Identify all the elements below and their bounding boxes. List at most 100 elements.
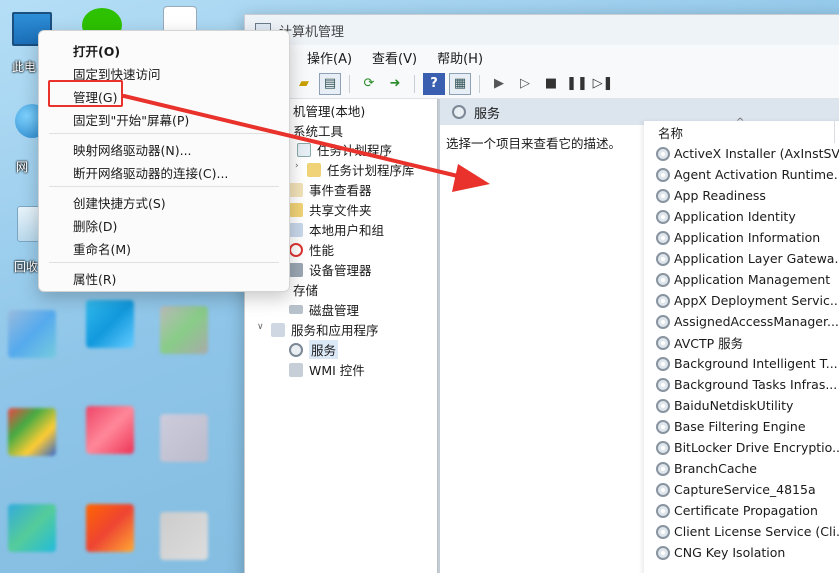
event-viewer-icon (289, 182, 303, 197)
menu-item-pin-start[interactable]: 固定到"开始"屏幕(P) (73, 110, 189, 129)
service-row[interactable]: Agent Activation Runtime... (644, 164, 839, 185)
service-gear-icon (656, 461, 670, 476)
start-service-icon[interactable]: ▶ (488, 73, 510, 95)
service-gear-icon (656, 272, 670, 287)
service-name: Certificate Propagation (674, 503, 818, 518)
blurred-icon[interactable] (160, 512, 208, 560)
service-row[interactable]: Background Tasks Infras... (644, 374, 839, 395)
blurred-icon[interactable] (8, 408, 56, 456)
service-gear-icon (656, 293, 670, 308)
service-row[interactable]: App Readiness (644, 185, 839, 206)
folder-up-icon[interactable]: ▰ (293, 73, 315, 95)
blurred-icon[interactable] (160, 306, 208, 354)
service-row[interactable]: Application Information (644, 227, 839, 248)
chevron-down-icon[interactable]: ∨ (257, 322, 264, 332)
description-text: 选择一个项目来查看它的描述。 (446, 136, 622, 151)
tree-label: 本地用户和组 (309, 223, 385, 238)
tree-item-device-manager[interactable]: 设备管理器 (289, 260, 372, 279)
service-name: Application Layer Gatewa... (674, 251, 839, 266)
context-menu: 打开(O) 固定到快速访问 管理(G) 固定到"开始"屏幕(P) 映射网络驱动器… (38, 30, 290, 292)
refresh-icon[interactable]: ⟳ (358, 73, 380, 95)
tree-item-system-tools[interactable]: 系统工具 (293, 121, 343, 140)
blurred-icon[interactable] (86, 504, 134, 552)
properties-icon[interactable]: ▦ (449, 72, 471, 95)
stop-service-icon[interactable]: ■ (540, 73, 562, 95)
service-name: AssignedAccessManager... (674, 314, 839, 329)
tree-item-task-scheduler-library[interactable]: 任务计划程序库 (307, 160, 415, 179)
export-list-icon[interactable]: ➜ (384, 73, 406, 95)
service-row[interactable]: Application Identity (644, 206, 839, 227)
tree-item-shared-folders[interactable]: 共享文件夹 (289, 200, 372, 219)
service-row[interactable]: AVCTP 服务 (644, 332, 839, 353)
gear-icon (452, 105, 466, 119)
menu-item-map-network-drive[interactable]: 映射网络驱动器(N)... (73, 140, 192, 159)
service-row[interactable]: Background Intelligent T... (644, 353, 839, 374)
menu-bar: 操作(A) 查看(V) 帮助(H) (245, 45, 839, 69)
service-row[interactable]: Certificate Propagation (644, 500, 839, 521)
service-gear-icon (656, 356, 670, 371)
tree-label: 磁盘管理 (309, 303, 360, 318)
service-row[interactable]: CaptureService_4815a (644, 479, 839, 500)
menu-item-properties[interactable]: 属性(R) (73, 269, 116, 288)
tree-item-services[interactable]: 服务 (289, 340, 339, 359)
column-header-label: 名称 (658, 125, 684, 141)
menu-help[interactable]: 帮助(H) (437, 48, 483, 67)
device-manager-icon (289, 262, 303, 277)
network-label: 网 (16, 160, 29, 174)
column-header-name[interactable]: 名称 ^ (644, 117, 839, 143)
service-name: BranchCache (674, 461, 757, 476)
service-gear-icon (656, 146, 670, 161)
chevron-right-icon[interactable]: › (295, 161, 299, 171)
menu-item-rename[interactable]: 重命名(M) (73, 239, 131, 258)
show-hide-tree-icon[interactable]: ▤ (319, 72, 341, 95)
menu-action[interactable]: 操作(A) (307, 48, 352, 67)
service-row[interactable]: BitLocker Drive Encryptio... (644, 437, 839, 458)
service-row[interactable]: Client License Service (Cli... (644, 521, 839, 542)
service-name: Background Intelligent T... (674, 356, 838, 371)
service-row[interactable]: Base Filtering Engine (644, 416, 839, 437)
service-name: App Readiness (674, 188, 766, 203)
blurred-icon[interactable] (86, 406, 134, 454)
tree-item-task-scheduler[interactable]: 任务计划程序 (297, 140, 392, 159)
service-row[interactable]: CNG Key Isolation (644, 542, 839, 563)
menu-item-open[interactable]: 打开(O) (73, 41, 120, 60)
service-row[interactable]: AssignedAccessManager... (644, 311, 839, 332)
menu-item-create-shortcut[interactable]: 创建快捷方式(S) (73, 193, 166, 212)
services-header-label: 服务 (474, 106, 501, 122)
service-name: ActiveX Installer (AxInstSV) (674, 146, 839, 161)
column-divider[interactable] (834, 121, 835, 143)
menu-view[interactable]: 查看(V) (372, 48, 417, 67)
service-row[interactable]: Application Management (644, 269, 839, 290)
service-gear-icon (656, 209, 670, 224)
manage-highlight-box (48, 80, 123, 107)
tree-item-event-viewer[interactable]: 事件查看器 (289, 180, 372, 199)
service-gear-icon (656, 524, 670, 539)
blurred-icon[interactable] (8, 310, 56, 358)
blurred-icon[interactable] (160, 414, 208, 462)
tree-item-storage[interactable]: 存储 (293, 280, 318, 299)
tree-item-performance[interactable]: 性能 (289, 240, 334, 259)
service-row[interactable]: Application Layer Gatewa... (644, 248, 839, 269)
service-row[interactable]: BaiduNetdiskUtility (644, 395, 839, 416)
service-row[interactable]: AppX Deployment Servic... (644, 290, 839, 311)
blurred-icon[interactable] (86, 300, 134, 348)
menu-item-disconnect-network-drive[interactable]: 断开网络驱动器的连接(C)... (73, 163, 228, 182)
pause-service-icon[interactable]: ❚❚ (566, 73, 588, 95)
tree-item-computer-management[interactable]: 机管理(本地) (293, 101, 365, 120)
service-rows: ActiveX Installer (AxInstSV) Agent Activa… (644, 143, 839, 563)
tree-item-local-users-groups[interactable]: 本地用户和组 (289, 220, 384, 239)
service-row[interactable]: ActiveX Installer (AxInstSV) (644, 143, 839, 164)
service-gear-icon (656, 167, 670, 182)
service-row[interactable]: BranchCache (644, 458, 839, 479)
blurred-icon[interactable] (8, 504, 56, 552)
help-icon[interactable]: ? (423, 72, 445, 95)
tree-label: 性能 (309, 243, 335, 258)
start-service-alt-icon[interactable]: ▷ (514, 73, 536, 95)
restart-service-icon[interactable]: ▷❚ (592, 73, 614, 95)
tree-label: 事件查看器 (309, 183, 372, 198)
menu-item-delete[interactable]: 删除(D) (73, 216, 117, 235)
tree-item-disk-management[interactable]: 磁盘管理 (289, 300, 359, 319)
tree-item-wmi-control[interactable]: WMI 控件 (289, 360, 365, 379)
shared-folder-icon (289, 202, 303, 217)
tree-item-services-and-applications[interactable]: 服务和应用程序 (271, 320, 379, 339)
